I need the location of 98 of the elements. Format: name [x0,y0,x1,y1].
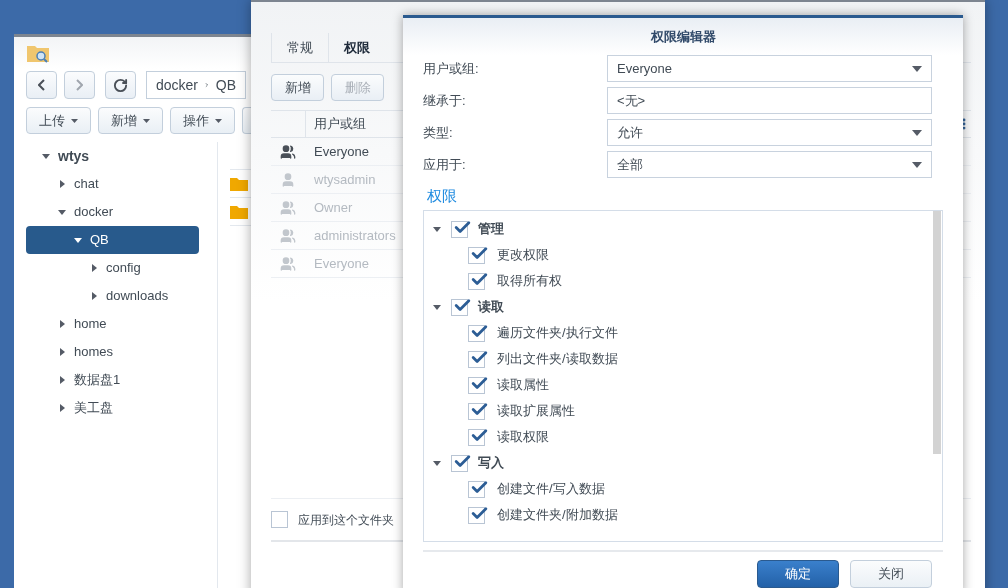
select-field[interactable]: 全部 [607,151,932,178]
path-segment[interactable]: QB [215,74,236,96]
permission-label: 更改权限 [497,246,549,265]
table-cell-text: Everyone [313,142,369,161]
dropdown-arrow-icon [912,161,922,168]
caret-right-icon[interactable] [58,320,66,328]
permission-label: 读取扩展属性 [497,402,575,421]
dialog-title: 权限编辑器 [650,27,716,46]
permission-label: 创建文件夹/附加数据 [497,506,618,525]
caret-down-icon[interactable] [433,459,441,467]
tree-item[interactable]: home [26,310,199,338]
path-segment[interactable]: docker [156,74,199,96]
folder-search-icon [26,43,50,63]
dropdown-arrow-icon [912,65,922,72]
checkbox[interactable] [451,454,468,472]
field-label: 用户或组: [423,59,480,78]
dialog-button[interactable]: 确定 [757,560,839,588]
tree-item[interactable]: config [26,254,199,282]
checkbox[interactable] [271,511,288,528]
tree-item[interactable]: QB [26,226,199,254]
caret-right-icon[interactable] [58,376,66,384]
caret-right-icon[interactable] [58,180,66,188]
checkbox[interactable] [468,376,485,394]
caret-down-icon[interactable] [58,208,66,216]
checkbox[interactable] [468,428,485,446]
tree-item[interactable]: 数据盘1 [26,366,199,394]
checkbox[interactable] [468,272,485,290]
toolbar-button[interactable]: 新增 [271,74,324,101]
checkbox[interactable] [468,350,485,368]
field-label: 继承于: [423,91,467,110]
caret-down-icon[interactable] [433,303,441,311]
caret-right-icon[interactable] [90,264,98,272]
caret-down-icon[interactable] [433,225,441,233]
caret-down-icon [215,118,222,123]
caret-right-icon[interactable] [58,404,66,412]
permission-label: 遍历文件夹/执行文件 [497,324,618,343]
permission-label: 读取属性 [497,376,549,395]
permission-label: 管理 [478,220,504,239]
forward-icon [76,79,83,91]
refresh-icon [113,77,128,93]
permission-group[interactable]: 写入 [424,450,933,476]
select-field[interactable]: 允许 [607,119,932,146]
users-icon [280,143,296,160]
section-title: 权限 [426,187,457,204]
toolbar-button[interactable]: 新增 [98,107,163,134]
folder-icon [230,176,248,191]
checkbox[interactable] [468,506,485,524]
table-cell-text: Owner [313,198,353,217]
permission-label: 列出文件夹/读取数据 [497,350,618,369]
permission-label: 读取权限 [497,428,549,447]
caret-down-icon [71,118,78,123]
users-icon [280,255,296,272]
table-cell-text: administrators [313,226,396,245]
field-label: 类型: [423,123,454,142]
permission-label: 读取 [478,298,504,317]
checkbox-label: 应用到这个文件夹 [298,511,394,529]
toolbar-button[interactable]: 操作 [170,107,235,134]
dialog-button[interactable]: 关闭 [850,560,932,588]
caret-down-icon[interactable] [74,236,82,244]
checkbox[interactable] [468,246,485,264]
table-cell-text: wtysadmin [313,170,376,189]
tree-item[interactable]: wtys [26,142,199,170]
caret-right-icon[interactable] [58,348,66,356]
checkbox[interactable] [468,324,485,342]
checkbox[interactable] [451,298,468,316]
checkbox[interactable] [468,402,485,420]
dropdown-arrow-icon [912,129,922,136]
permission-group[interactable]: 读取 [424,294,933,320]
tree-item[interactable]: 美工盘 [26,394,199,422]
permission-label: 创建文件/写入数据 [497,480,605,499]
refresh-button[interactable] [105,71,136,99]
back-button[interactable] [26,71,57,99]
user-icon [280,171,296,188]
text-field[interactable]: <无> [607,87,932,114]
caret-down-icon [143,118,150,123]
scrollbar[interactable] [933,211,941,454]
users-icon [280,199,296,216]
folder-icon [230,204,248,219]
permission-label: 取得所有权 [497,272,562,291]
tree-item[interactable]: chat [26,170,199,198]
permission-label: 写入 [478,454,504,473]
checkbox[interactable] [451,220,468,238]
tree-item[interactable]: homes [26,338,199,366]
permission-group[interactable]: 管理 [424,216,933,242]
users-icon [280,227,296,244]
checkbox[interactable] [468,480,485,498]
caret-down-icon[interactable] [42,152,50,160]
back-icon [38,79,45,91]
tree-item[interactable]: docker [26,198,199,226]
caret-right-icon[interactable] [90,292,98,300]
toolbar-button[interactable]: 上传 [26,107,91,134]
tree-item[interactable]: downloads [26,282,199,310]
tab[interactable]: 权限 [328,33,385,62]
field-label: 应用于: [423,155,467,174]
path-field[interactable]: docker QB [146,71,246,99]
select-field[interactable]: Everyone [607,55,932,82]
table-cell-text: Everyone [313,254,369,273]
tab[interactable]: 常规 [271,33,328,62]
